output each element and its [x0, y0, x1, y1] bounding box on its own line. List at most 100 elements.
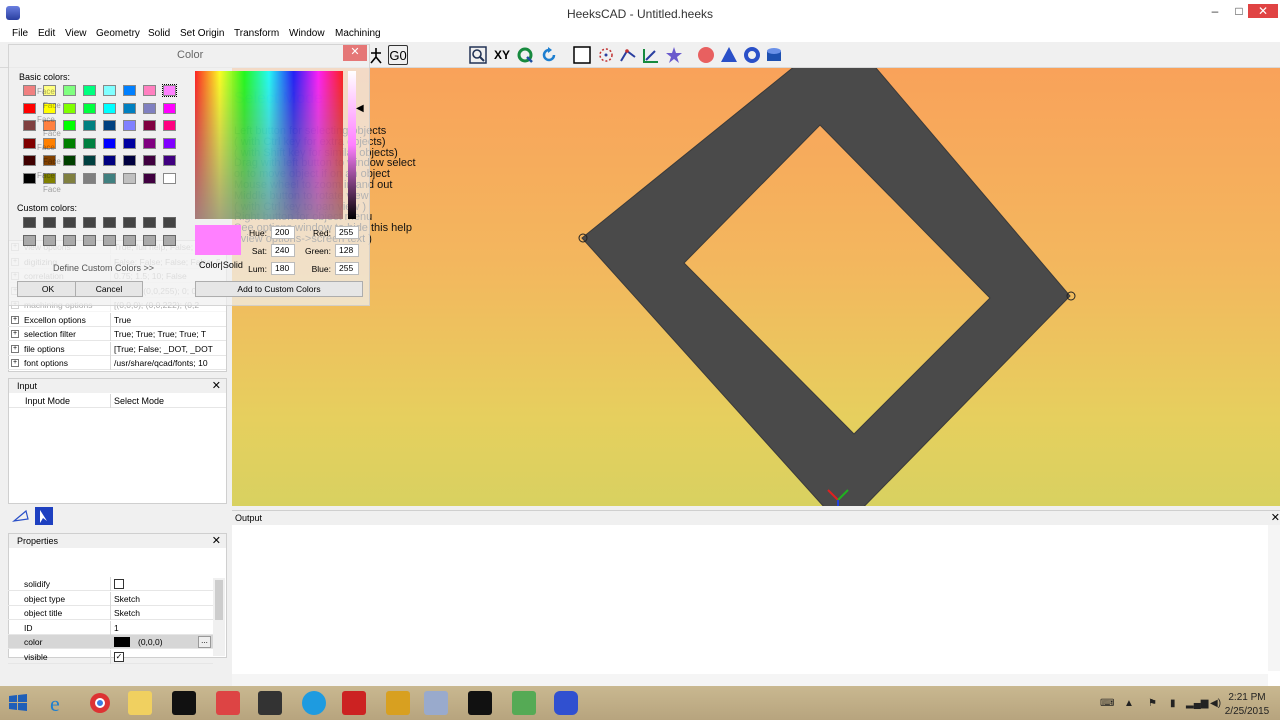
define-custom-colors-button[interactable]: Define Custom Colors >>	[53, 263, 154, 273]
option-row[interactable]: + selection filter True; True; True; True;…	[8, 327, 226, 341]
custom-color-swatch[interactable]	[103, 235, 116, 246]
close-icon[interactable]: ✕	[212, 379, 221, 392]
basic-color-swatch[interactable]	[103, 85, 116, 96]
custom-color-swatch[interactable]	[23, 235, 36, 246]
office-icon[interactable]	[216, 691, 240, 715]
menu-window[interactable]: Window	[289, 28, 325, 39]
snipping-tool-icon[interactable]	[258, 691, 282, 715]
close-icon[interactable]: ✕	[1271, 511, 1280, 524]
cylinder-icon[interactable]	[764, 45, 784, 65]
line-tool-icon[interactable]	[618, 45, 638, 65]
basic-color-swatch[interactable]	[23, 85, 36, 96]
option-row[interactable]: + Excellon options True	[8, 312, 226, 327]
basic-color-swatch[interactable]	[143, 85, 156, 96]
chrome-icon[interactable]	[88, 691, 112, 715]
basic-color-swatch[interactable]	[123, 172, 136, 184]
basic-color-swatch[interactable]	[163, 172, 176, 184]
select-icon[interactable]	[35, 507, 53, 525]
view-xy-button[interactable]: XY	[492, 45, 512, 65]
basic-color-swatch[interactable]	[23, 155, 36, 166]
basic-color-swatch[interactable]	[143, 120, 156, 131]
signal-icon[interactable]: ▂▄▆	[1186, 698, 1208, 709]
volume-icon[interactable]: ◀)	[1210, 698, 1221, 709]
color-swatch[interactable]	[114, 637, 130, 647]
custom-color-swatch[interactable]	[43, 235, 56, 246]
basic-color-swatch[interactable]	[83, 120, 96, 131]
property-row[interactable]: ID 1	[8, 620, 213, 635]
custom-color-swatch[interactable]	[23, 217, 36, 228]
custom-color-swatch[interactable]	[83, 235, 96, 246]
blue-input[interactable]: 255	[335, 262, 359, 275]
properties-scrollbar[interactable]	[213, 578, 225, 656]
ok-button[interactable]: OK	[17, 281, 79, 297]
basic-color-swatch[interactable]	[163, 120, 176, 131]
sphere-icon[interactable]	[696, 45, 716, 65]
solidworks-file-icon[interactable]	[386, 691, 410, 715]
basic-color-swatch[interactable]	[63, 102, 76, 114]
red-input[interactable]: 255	[335, 226, 359, 239]
input-mode-row[interactable]: Input Mode Select Mode	[9, 394, 226, 408]
add-to-custom-colors-button[interactable]: Add to Custom Colors	[195, 281, 363, 297]
nvidia-icon[interactable]	[512, 691, 536, 715]
property-row[interactable]: visible ✓	[8, 649, 213, 664]
basic-color-swatch[interactable]	[83, 102, 96, 114]
cone-icon[interactable]	[719, 45, 739, 65]
basic-color-swatch[interactable]	[63, 85, 76, 96]
basic-color-swatch[interactable]	[143, 102, 156, 114]
basic-color-swatch[interactable]	[123, 137, 136, 149]
property-checkbox[interactable]	[114, 579, 124, 589]
output-hscrollbar[interactable]	[232, 674, 1268, 686]
basic-color-swatch[interactable]	[143, 137, 156, 149]
ellipsis-button[interactable]: ...	[198, 636, 211, 648]
basic-color-swatch[interactable]	[143, 155, 156, 166]
view-3d-icon[interactable]	[515, 45, 535, 65]
property-checkbox[interactable]: ✓	[114, 651, 124, 662]
lum-input[interactable]: 180	[271, 262, 295, 275]
hue-input[interactable]: 200	[271, 226, 295, 239]
close-icon[interactable]: ✕	[343, 45, 367, 61]
option-row[interactable]: + file options [True; False; _DOT, _DOT	[8, 341, 226, 356]
file-explorer-icon[interactable]	[128, 691, 152, 715]
custom-color-swatch[interactable]	[63, 235, 76, 246]
custom-color-swatch[interactable]	[103, 217, 116, 228]
battery-icon[interactable]: ▮	[1170, 698, 1176, 709]
custom-color-swatch[interactable]	[143, 235, 156, 246]
terminal-icon[interactable]	[468, 691, 492, 715]
basic-color-swatch[interactable]	[23, 120, 36, 131]
menu-transform[interactable]: Transform	[234, 28, 279, 39]
basic-color-swatch[interactable]	[63, 137, 76, 149]
basic-color-swatch[interactable]	[83, 155, 96, 166]
expand-icon[interactable]: +	[11, 344, 19, 353]
torus-icon[interactable]	[742, 45, 762, 65]
basic-color-swatch[interactable]	[123, 120, 136, 131]
basic-color-swatch[interactable]	[23, 172, 36, 184]
solidworks-icon[interactable]	[342, 691, 366, 715]
skype-icon[interactable]	[302, 691, 326, 715]
property-row[interactable]: object type Sketch	[8, 591, 213, 606]
zoom-fit-icon[interactable]	[468, 45, 488, 65]
clock-time[interactable]: 2:21 PM	[1222, 692, 1272, 703]
flag-icon[interactable]: ⚑	[1148, 698, 1157, 709]
basic-color-swatch[interactable]	[123, 85, 136, 96]
cancel-button[interactable]: Cancel	[75, 281, 143, 297]
sat-input[interactable]: 240	[271, 244, 295, 257]
menu-geometry[interactable]: Geometry	[96, 28, 140, 39]
custom-color-swatch[interactable]	[123, 217, 136, 228]
basic-color-swatch[interactable]	[123, 155, 136, 166]
basic-color-swatch[interactable]	[163, 102, 176, 114]
property-row[interactable]: object title Sketch	[8, 606, 213, 620]
select-mode-icon[interactable]	[572, 45, 592, 65]
maximize-button[interactable]: □	[1230, 4, 1248, 18]
custom-color-swatch[interactable]	[123, 235, 136, 246]
menu-view[interactable]: View	[65, 28, 87, 39]
expand-icon[interactable]: +	[11, 330, 19, 338]
basic-color-swatch[interactable]	[103, 120, 116, 131]
basic-color-swatch[interactable]	[103, 102, 116, 114]
menu-set-origin[interactable]: Set Origin	[180, 28, 224, 39]
windows-start-icon[interactable]	[6, 691, 30, 715]
menu-edit[interactable]: Edit	[38, 28, 55, 39]
sketch-region[interactable]	[581, 68, 1071, 506]
keyboard-icon[interactable]: ⌨	[1100, 698, 1114, 709]
redraw-icon[interactable]	[539, 45, 559, 65]
basic-color-swatch[interactable]	[103, 172, 116, 184]
